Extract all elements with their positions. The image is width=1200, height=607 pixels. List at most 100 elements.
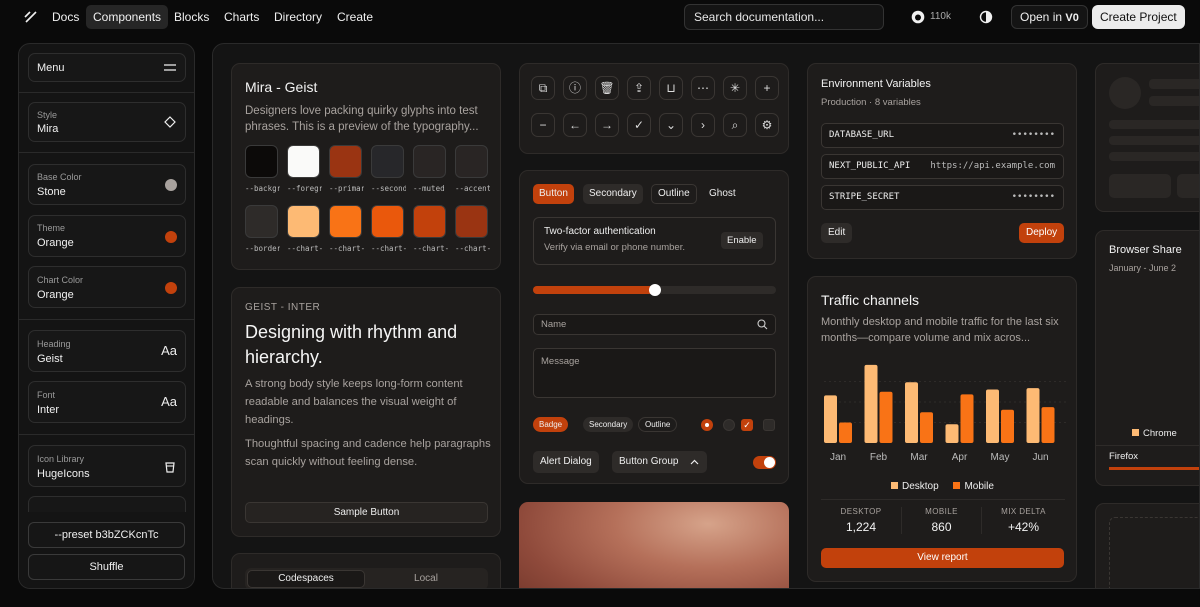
- color-swatch[interactable]: [287, 145, 320, 178]
- bar-mobile-jun[interactable]: [1041, 407, 1055, 443]
- chart-color-picker[interactable]: Chart Color Orange: [28, 266, 186, 308]
- swatch-label: --chart-3: [371, 244, 406, 253]
- bar-desktop-jun[interactable]: [1026, 388, 1040, 443]
- chart-color-dot: [165, 282, 177, 294]
- deploy-button[interactable]: Deploy: [1019, 223, 1065, 243]
- info-button[interactable]: ⓘ: [563, 76, 587, 100]
- color-swatch[interactable]: [245, 205, 278, 238]
- bar-desktop-feb[interactable]: [864, 364, 878, 443]
- search-button[interactable]: ⌕: [723, 113, 747, 137]
- env-value: ••••••••: [1011, 130, 1055, 140]
- toggle-switch[interactable]: [753, 456, 776, 469]
- logo-icon[interactable]: [24, 10, 38, 24]
- settings-button[interactable]: ⚙: [755, 113, 779, 137]
- color-swatch[interactable]: [455, 205, 488, 238]
- nav-docs[interactable]: Docs: [45, 5, 86, 29]
- view-report-button[interactable]: View report: [821, 548, 1064, 568]
- alert-dialog-button[interactable]: Alert Dialog: [533, 451, 599, 473]
- radio-checked[interactable]: [701, 419, 713, 431]
- theme-toggle-icon[interactable]: [979, 10, 993, 24]
- color-swatch[interactable]: [413, 145, 446, 178]
- browser-share-card: Browser Share January - June 2 Chrome Fi…: [1095, 230, 1199, 486]
- color-swatch[interactable]: [413, 205, 446, 238]
- swatch-label: --secondary: [371, 184, 406, 193]
- copy-button[interactable]: ⧉: [531, 76, 555, 100]
- nav-charts[interactable]: Charts: [217, 5, 266, 29]
- preset-button[interactable]: --preset b3bZCKcnTc: [28, 522, 185, 548]
- skeleton-line: [1149, 96, 1199, 106]
- tab-codespaces[interactable]: Codespaces: [247, 570, 365, 588]
- tab-local[interactable]: Local: [367, 570, 485, 588]
- style-picker[interactable]: Style Mira: [28, 102, 186, 142]
- sample-button[interactable]: Sample Button: [245, 502, 488, 523]
- radio-unchecked[interactable]: [723, 419, 735, 431]
- chevron-down-button[interactable]: ⌄: [659, 113, 683, 137]
- button-group[interactable]: Button Group: [612, 451, 707, 473]
- check-button[interactable]: ✓: [627, 113, 651, 137]
- menu-button[interactable]: Menu: [28, 53, 186, 82]
- dropzone: [1109, 517, 1199, 588]
- tab-outline[interactable]: Outline: [651, 184, 697, 204]
- base-color-picker[interactable]: Base Color Stone: [28, 164, 186, 205]
- slider-track[interactable]: [533, 284, 776, 296]
- env-row[interactable]: NEXT_PUBLIC_API https://api.example.com: [821, 154, 1064, 179]
- plus-button[interactable]: +: [755, 76, 779, 100]
- minus-button[interactable]: −: [531, 113, 555, 137]
- tab-ghost[interactable]: Ghost: [703, 184, 742, 204]
- nav-create[interactable]: Create: [330, 5, 380, 29]
- message-textarea[interactable]: Message: [533, 348, 776, 398]
- heading-font-picker[interactable]: Heading Geist Aa: [28, 330, 186, 372]
- search-input[interactable]: Search documentation...: [684, 4, 884, 30]
- body-font-picker[interactable]: Font Inter Aa: [28, 381, 186, 423]
- nav-directory[interactable]: Directory: [267, 5, 329, 29]
- bar-mobile-feb[interactable]: [879, 391, 893, 443]
- preview-canvas: Mira - Geist Designers love packing quir…: [212, 43, 1200, 589]
- theme-picker[interactable]: Theme Orange: [28, 215, 186, 257]
- env-row[interactable]: DATABASE_URL ••••••••: [821, 123, 1064, 148]
- font-value: Inter: [37, 404, 60, 416]
- bar-desktop-jan[interactable]: [824, 395, 837, 443]
- color-swatch[interactable]: [245, 145, 278, 178]
- color-swatch[interactable]: [371, 205, 404, 238]
- color-swatch[interactable]: [329, 205, 362, 238]
- slider-thumb[interactable]: [648, 284, 661, 296]
- color-swatch[interactable]: [455, 145, 488, 178]
- checkbox-checked[interactable]: ✓: [741, 419, 753, 431]
- stat-mobile: MOBILE 860: [901, 507, 982, 534]
- icon-library-picker[interactable]: Icon Library HugeIcons: [28, 445, 186, 487]
- open-in-v0-button[interactable]: Open in V0: [1011, 5, 1088, 29]
- env-row[interactable]: STRIPE_SECRET ••••••••: [821, 185, 1064, 210]
- loader-button[interactable]: ✳: [723, 76, 747, 100]
- create-project-button[interactable]: Create Project: [1092, 5, 1185, 29]
- github-stars[interactable]: 110k: [930, 11, 951, 22]
- more-button[interactable]: ⋯: [691, 76, 715, 100]
- enable-button[interactable]: Enable: [721, 232, 763, 249]
- bar-desktop-apr[interactable]: [945, 424, 959, 443]
- nav-components[interactable]: Components: [86, 5, 169, 29]
- color-swatch[interactable]: [329, 145, 362, 178]
- divider: [821, 499, 1065, 500]
- bar-mobile-mar[interactable]: [920, 412, 933, 443]
- github-icon[interactable]: [911, 10, 925, 24]
- shuffle-button[interactable]: Shuffle: [28, 554, 185, 580]
- bar-mobile-jan[interactable]: [839, 422, 852, 444]
- chevron-right-button[interactable]: ›: [691, 113, 715, 137]
- checkbox-unchecked[interactable]: [763, 419, 775, 431]
- trash-button[interactable]: 🗑: [595, 76, 619, 100]
- nav-blocks[interactable]: Blocks: [167, 5, 216, 29]
- tab-button[interactable]: Button: [533, 184, 574, 204]
- arrow-right-button[interactable]: →: [595, 113, 619, 137]
- bar-desktop-may[interactable]: [986, 389, 999, 443]
- bar-mobile-apr[interactable]: [960, 394, 974, 443]
- plus-icon: +: [763, 81, 771, 95]
- tab-secondary[interactable]: Secondary: [583, 184, 643, 204]
- shopping-bag-button[interactable]: ⊔: [659, 76, 683, 100]
- color-swatch[interactable]: [287, 205, 320, 238]
- share-button[interactable]: ⇪: [627, 76, 651, 100]
- arrow-left-button[interactable]: ←: [563, 113, 587, 137]
- bar-desktop-mar[interactable]: [905, 382, 918, 443]
- bar-mobile-may[interactable]: [1001, 409, 1014, 443]
- edit-button[interactable]: Edit: [821, 223, 853, 243]
- name-input[interactable]: Name: [533, 314, 776, 335]
- color-swatch[interactable]: [371, 145, 404, 178]
